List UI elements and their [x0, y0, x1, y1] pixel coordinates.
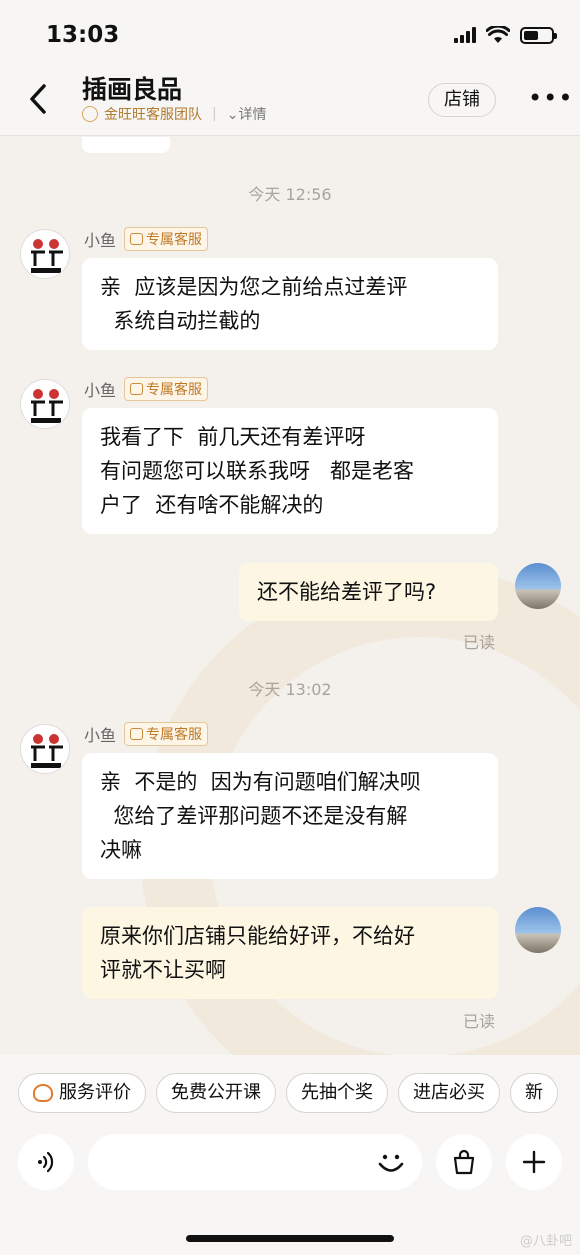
user-message[interactable]: 原来你们店铺只能给好评，不给好 评就不让买啊 [82, 907, 498, 999]
agent-avatar[interactable] [20, 724, 70, 774]
timestamp: 今天 12:56 [248, 185, 332, 204]
chip-label: 新 [525, 1081, 543, 1103]
quick-action-lottery[interactable]: 先抽个奖 [286, 1072, 388, 1113]
quick-actions-bar: 服务评价 免费公开课 先抽个奖 进店必买 新 [0, 1055, 580, 1130]
agent-tag-label: 专属客服 [146, 232, 203, 248]
watermark-text: @八卦吧 [519, 1234, 572, 1249]
agent-name: 小鱼 [84, 381, 117, 400]
agent-avatar[interactable] [20, 229, 70, 279]
service-tag-icon [130, 233, 144, 245]
sender-row: 小鱼 专属客服 [84, 377, 209, 401]
previous-message-bubble [82, 137, 170, 153]
agent-name: 小鱼 [84, 231, 117, 250]
service-tag-icon [130, 383, 144, 395]
agent-message[interactable]: 亲 应该是因为您之前给点过差评 系统自动拦截的 [82, 258, 498, 350]
message-input[interactable] [88, 1134, 422, 1190]
details-label: 详情 [238, 107, 267, 123]
more-options-icon[interactable]: ••• [528, 86, 573, 110]
user-avatar[interactable] [515, 907, 561, 953]
sender-row: 小鱼 专属客服 [84, 227, 209, 251]
read-status: 已读 [463, 1012, 496, 1031]
read-status: 已读 [463, 633, 496, 652]
chip-label: 服务评价 [59, 1081, 131, 1103]
shopping-bag-icon [453, 1149, 475, 1175]
quick-action-free-class[interactable]: 免费公开课 [156, 1072, 276, 1113]
team-info: 金旺旺客服团队 | ⌄详情 [82, 104, 266, 124]
status-bar: 13:03 [0, 0, 580, 62]
chat-header: 插画良品 金旺旺客服团队 | ⌄详情 店铺 ••• [0, 62, 580, 136]
status-time: 13:03 [46, 22, 120, 48]
agent-avatar[interactable] [20, 379, 70, 429]
more-plus-button[interactable] [506, 1134, 562, 1190]
agent-name: 小鱼 [84, 726, 117, 745]
service-face-icon [82, 106, 98, 122]
chat-area[interactable]: 今天 12:56 小鱼 专属客服 亲 应该是因为您之前给点过差评 系统自动拦截的… [0, 137, 580, 1055]
voice-button[interactable] [18, 1134, 74, 1190]
quick-action-new[interactable]: 新 [510, 1072, 558, 1113]
team-name: 金旺旺客服团队 [104, 107, 202, 123]
voice-icon [38, 1151, 54, 1173]
details-link[interactable]: ⌄详情 [227, 104, 267, 124]
battery-icon [520, 26, 557, 44]
chip-label: 进店必买 [413, 1081, 485, 1103]
agent-message[interactable]: 亲 不是的 因为有问题咱们解决呗 您给了差评那问题不还是没有解 决嘛 [82, 753, 498, 879]
agent-tag: 专属客服 [124, 377, 209, 401]
lotus-icon [33, 1083, 53, 1102]
input-bar: @八卦吧 [0, 1130, 580, 1255]
wifi-icon [486, 26, 510, 43]
shop-title: 插画良品 [82, 75, 183, 104]
sender-row: 小鱼 专属客服 [84, 722, 209, 746]
agent-message[interactable]: 我看了下 前几天还有差评呀 有问题您可以联系我呀 都是老客 户了 还有啥不能解决… [82, 408, 498, 534]
agent-tag: 专属客服 [124, 722, 209, 746]
product-bag-button[interactable] [436, 1134, 492, 1190]
divider: | [212, 106, 217, 122]
timestamp: 今天 13:02 [248, 680, 332, 699]
agent-tag-label: 专属客服 [146, 382, 203, 398]
chip-label: 先抽个奖 [301, 1081, 373, 1103]
agent-tag: 专属客服 [124, 227, 209, 251]
quick-action-must-buy[interactable]: 进店必买 [398, 1072, 500, 1113]
service-tag-icon [130, 728, 144, 740]
chip-label: 免费公开课 [171, 1081, 261, 1103]
store-button[interactable]: 店铺 [428, 83, 496, 117]
agent-tag-label: 专属客服 [146, 727, 203, 743]
emoji-icon[interactable] [374, 1146, 408, 1180]
plus-icon [522, 1150, 546, 1174]
user-avatar[interactable] [515, 563, 561, 609]
user-message[interactable]: 还不能给差评了吗? [239, 563, 498, 621]
back-arrow-icon[interactable] [24, 82, 52, 116]
signal-icon [454, 27, 476, 43]
quick-action-service-rating[interactable]: 服务评价 [18, 1072, 146, 1113]
status-icons [454, 26, 557, 44]
home-indicator [186, 1235, 394, 1242]
